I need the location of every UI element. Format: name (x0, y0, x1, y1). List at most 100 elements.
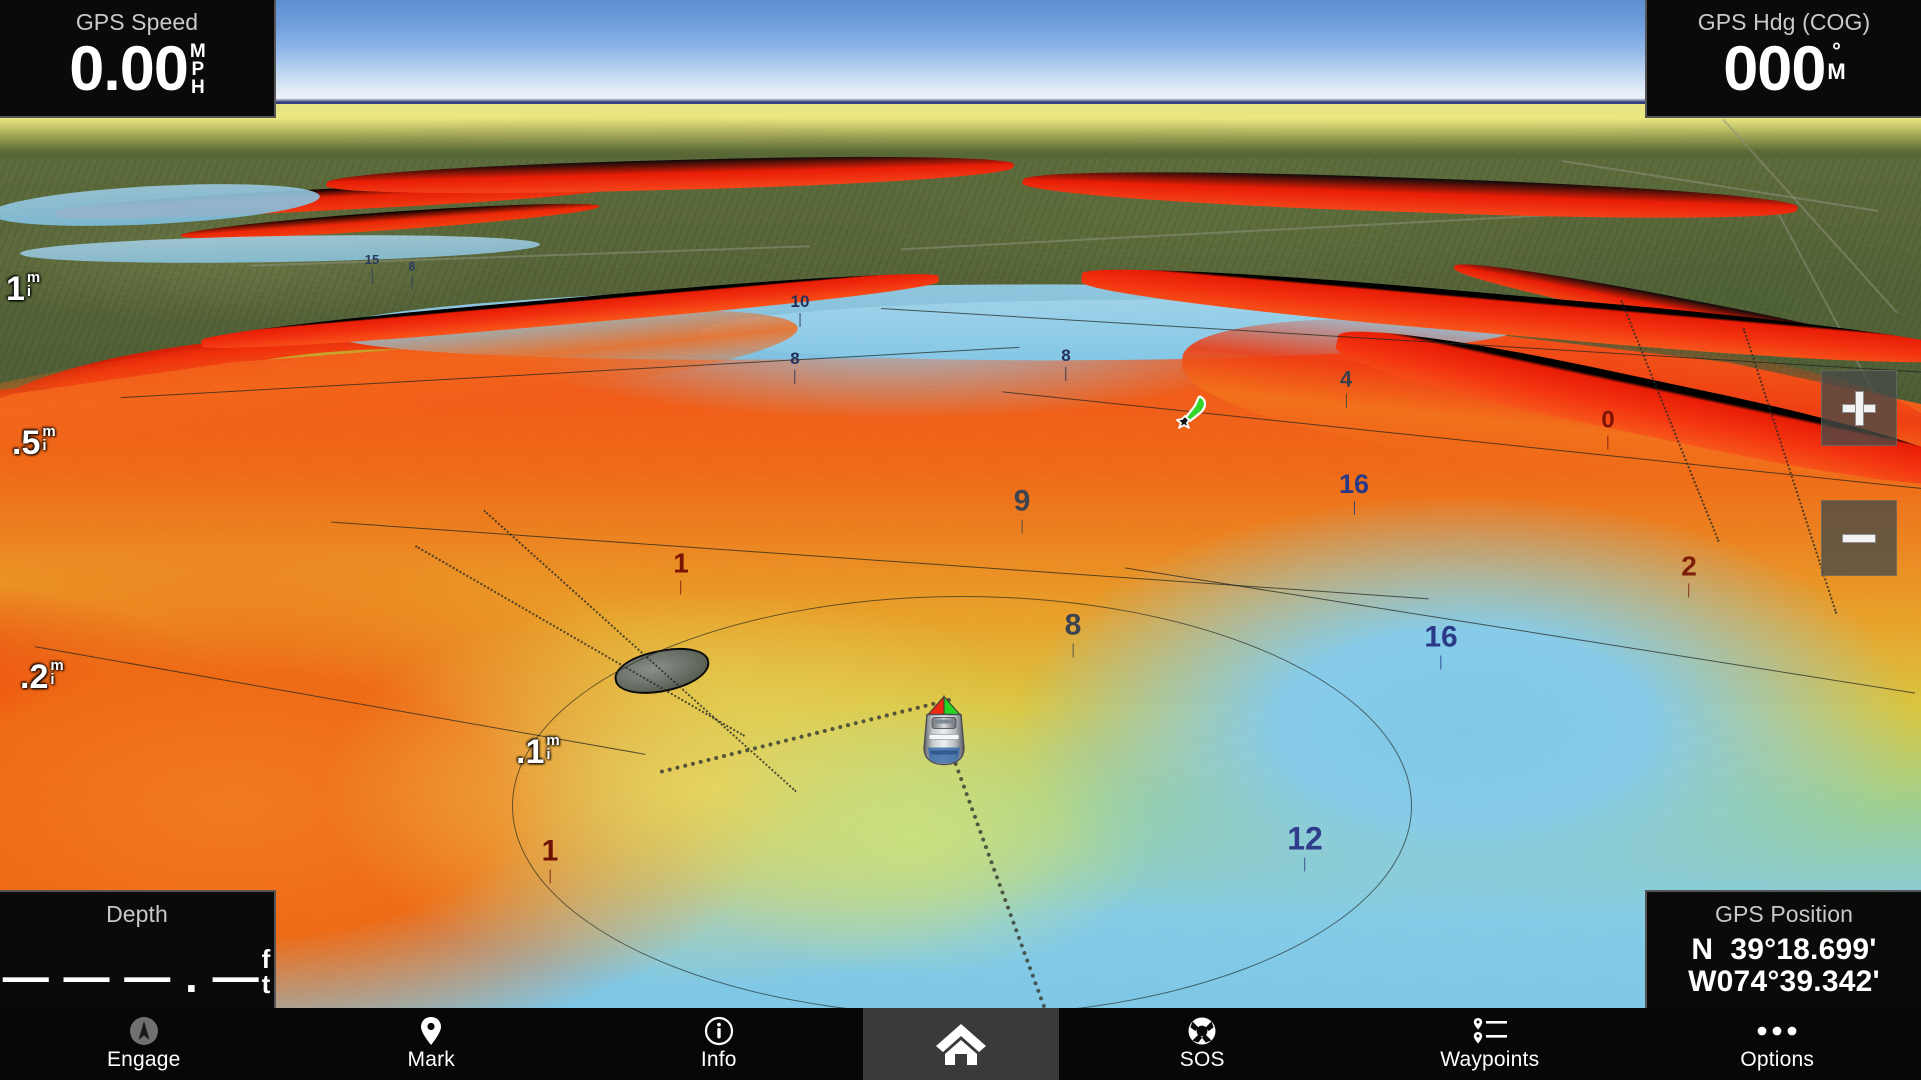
range-scale-value: .2 (20, 658, 49, 696)
depth-sounding-value: 12 (1287, 820, 1323, 857)
depth-sounding: 9 (1013, 484, 1031, 534)
nav-home-button[interactable] (862, 1008, 1059, 1080)
depth-sounding-value: 1 (673, 547, 689, 579)
gps-heading-value-row: 000 ° M (1723, 34, 1845, 104)
depth-sounding: 8 (1061, 347, 1071, 381)
depth-sounding-value: 8 (790, 349, 800, 368)
range-scale-unit: mi (546, 732, 560, 763)
gps-speed-value-row: 0.00 M P H (69, 34, 206, 104)
depth-sounding: 1 (673, 547, 689, 595)
depth-panel[interactable]: Depth — — — . — f t (0, 890, 276, 1008)
gps-longitude: W074°39.342' (1688, 965, 1880, 999)
map-pin-icon (419, 1016, 443, 1046)
depth-sounding-tick (549, 869, 551, 884)
depth-sounding: 8 (1064, 608, 1082, 658)
gps-heading-panel[interactable]: GPS Hdg (COG) 000 ° M (1645, 0, 1921, 118)
depth-sounding-tick (680, 580, 682, 595)
range-scale-label: .5 m i (12, 423, 56, 463)
nav-engage-label: Engage (106, 1048, 181, 1071)
nav-mark-label: Mark (407, 1048, 455, 1071)
info-circle-icon (704, 1016, 734, 1046)
depth-sounding: 16 (1424, 620, 1458, 670)
depth-sounding-value: 0 (1601, 406, 1615, 434)
depth-sounding-tick (371, 269, 373, 283)
depth-sounding-value: 1 (541, 834, 559, 868)
depth-unit: f t (261, 944, 272, 999)
gps-speed-value: 0.00 (69, 34, 189, 104)
depth-sounding: 12 (1287, 823, 1323, 872)
depth-sounding-value: 9 (1013, 484, 1031, 518)
depth-sounding: 0 (1601, 406, 1615, 450)
nav-info-button[interactable]: Info (575, 1008, 863, 1080)
depth-sounding: 16 (1339, 471, 1369, 515)
chartplotter-screen: 10 8 8 4 0 16 9 1 2 8 16 12 1 15 8 1 m i .5 m i .2 m i .1 m i (0, 0, 1921, 1080)
gps-speed-title: GPS Speed (75, 9, 199, 35)
depth-sounding-value: 4 (1339, 366, 1353, 392)
nav-options-button[interactable]: Options (1634, 1008, 1921, 1080)
depth-sounding: 10 (790, 292, 810, 327)
gps-position-panel[interactable]: GPS Position N 39°18.699' W074°39.342' (1645, 890, 1921, 1008)
nav-info-label: Info (700, 1048, 737, 1071)
sky-gradient (0, 0, 1921, 105)
gps-speed-panel[interactable]: GPS Speed 0.00 M P H (0, 0, 276, 118)
gps-heading-unit: ° M (1827, 38, 1845, 85)
depth-sounding: 8 (790, 349, 800, 384)
own-vessel-icon[interactable] (914, 693, 974, 778)
zoom-in-button[interactable]: + (1821, 370, 1897, 446)
minus-icon (1839, 518, 1879, 558)
gps-latitude: N 39°18.699' (1691, 933, 1877, 966)
depth-sounding-value: 16 (1338, 469, 1370, 499)
home-icon (934, 1020, 988, 1068)
depth-sounding-tick (1607, 435, 1609, 450)
plus-icon (1839, 388, 1879, 428)
gps-speed-unit: M P H (189, 41, 206, 99)
gps-heading-title: GPS Hdg (COG) (1697, 9, 1871, 35)
depth-sounding-tick (1304, 857, 1306, 872)
bottom-navigation-bar: Engage Mark Info SOS Waypoints Options (0, 1008, 1921, 1080)
depth-sounding-tick (1072, 643, 1074, 658)
nav-sos-label: SOS (1179, 1048, 1225, 1071)
depth-sounding-value: 8 (1064, 608, 1082, 642)
depth-sounding-tick (1440, 655, 1442, 670)
range-ring (512, 596, 1412, 1008)
depth-sounding-tick (1345, 393, 1347, 408)
nav-waypoints-button[interactable]: Waypoints (1346, 1008, 1634, 1080)
zoom-out-button[interactable]: − (1821, 500, 1897, 576)
gps-heading-value: 000 (1723, 34, 1826, 104)
range-scale-label: .2 m i (20, 657, 64, 697)
depth-sounding-value: 15 (364, 252, 380, 267)
nav-waypoints-label: Waypoints (1440, 1048, 1540, 1071)
range-scale-label: 1mi (6, 270, 40, 309)
depth-sounding-value: 16 (1424, 620, 1458, 654)
depth-sounding-tick (794, 370, 796, 384)
depth-sounding: 8 (408, 259, 416, 290)
waypoint-list-icon (1472, 1016, 1508, 1046)
range-scale-unit: mi (26, 269, 40, 300)
depth-value: — — — . — (2, 949, 260, 1002)
depth-sounding-tick (1688, 583, 1690, 598)
ellipsis-icon (1756, 1016, 1798, 1046)
autopilot-engage-icon (129, 1016, 159, 1046)
depth-sounding-tick (799, 313, 801, 327)
range-scale-value: 1 (6, 270, 25, 308)
nav-mark-button[interactable]: Mark (288, 1008, 576, 1080)
nav-sos-button[interactable]: SOS (1059, 1008, 1347, 1080)
nav-engage-button[interactable]: Engage (0, 1008, 288, 1080)
depth-sounding-value: 8 (408, 259, 416, 274)
range-scale-value: .1 (516, 733, 545, 771)
depth-sounding-value: 10 (790, 292, 810, 311)
range-scale-value: .5 (12, 424, 41, 462)
green-lighted-buoy-icon[interactable] (1176, 392, 1210, 437)
chart-3d-view[interactable]: 10 8 8 4 0 16 9 1 2 8 16 12 1 15 8 1 m i .5 m i .2 m i .1 m i (0, 0, 1921, 1008)
depth-title: Depth (106, 901, 168, 927)
depth-sounding: 4 (1339, 366, 1353, 408)
range-scale-unit: mi (42, 423, 56, 454)
depth-sounding-tick (1353, 501, 1355, 515)
depth-sounding: 15 (365, 253, 379, 283)
depth-value-row: — — — . — f t (3, 942, 272, 999)
range-scale-unit: mi (50, 657, 64, 688)
depth-sounding-tick (411, 275, 413, 290)
depth-sounding: 2 (1681, 552, 1697, 598)
gps-position-title: GPS Position (1715, 901, 1853, 927)
nav-options-label: Options (1740, 1048, 1815, 1071)
